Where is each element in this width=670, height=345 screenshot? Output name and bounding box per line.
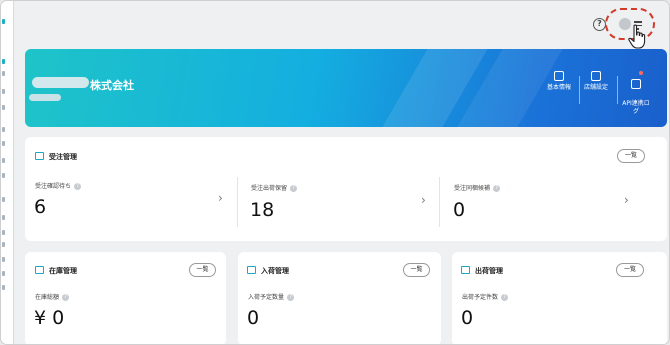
sidebar-item[interactable] — [2, 242, 5, 247]
metric-label: 入荷予定数量? — [248, 292, 295, 301]
divider — [439, 177, 440, 227]
sidebar-item[interactable] — [2, 89, 5, 94]
question-icon: ? — [493, 185, 501, 192]
metric-value: 0 — [247, 307, 260, 329]
sidebar-item[interactable] — [2, 271, 5, 276]
orders-title: 受注管理 — [49, 153, 77, 161]
metric-value: 0 — [461, 307, 474, 329]
shipping-card: 出荷管理 一覧 出荷予定件数? 0 — [452, 252, 667, 344]
warehouse-icon — [35, 266, 44, 274]
chevron-right-icon: › — [624, 193, 629, 207]
divider — [237, 177, 238, 227]
shipping-list-button[interactable]: 一覧 — [616, 263, 644, 277]
redacted-company-name — [32, 77, 89, 88]
metric-value: 0 — [453, 199, 466, 221]
metric-label: 出荷予定件数? — [462, 292, 509, 301]
redacted-company-subtext — [29, 94, 61, 101]
shortcut-store-settings[interactable]: 店舗設定 — [578, 71, 614, 92]
orders-card: 受注管理 一覧 受注確認待ち? 6 › 受注出荷保留? 18 › 受注同梱候補?… — [25, 137, 667, 241]
chevron-right-icon: › — [218, 191, 223, 205]
sidebar — [1, 1, 14, 344]
metric-value: 6 — [34, 196, 47, 218]
metric-value: ¥ 0 — [34, 307, 65, 329]
app-window: ? 株式会社 基本情報 店舗設定 API連携ロ グ 受注管理 一覧 受注確認待ち… — [0, 0, 670, 345]
inventory-card: 在庫管理 一覧 在庫総額? ¥ 0 — [25, 252, 226, 344]
metric-label: 受注確認待ち? — [35, 181, 82, 190]
shipping-title: 出荷管理 — [475, 267, 503, 275]
metric-label: 受注出荷保留? — [251, 183, 298, 192]
metric-value: 18 — [250, 199, 275, 221]
sidebar-item[interactable] — [2, 141, 5, 146]
sidebar-item[interactable] — [2, 257, 5, 262]
shortcut-api-log[interactable]: API連携ロ グ — [618, 71, 654, 124]
sidebar-item[interactable] — [2, 105, 5, 110]
chevron-right-icon: › — [421, 193, 426, 207]
api-log-icon — [631, 79, 641, 89]
sidebar-item[interactable] — [2, 127, 5, 132]
hand-pointer-icon — [628, 24, 646, 49]
inventory-list-button[interactable]: 一覧 — [189, 263, 216, 277]
company-name: 株式会社 — [90, 79, 134, 92]
metric-label: 在庫総額? — [35, 292, 70, 301]
notification-dot — [639, 71, 643, 75]
metric-label: 受注同梱候補? — [454, 183, 501, 192]
inventory-title: 在庫管理 — [49, 267, 77, 275]
shortcut-label: API連携ロ グ — [622, 100, 650, 115]
sidebar-item[interactable] — [2, 215, 5, 220]
receiving-list-button[interactable]: 一覧 — [403, 263, 430, 277]
shortcut-label: 店舗設定 — [583, 84, 608, 91]
building-icon — [554, 71, 564, 81]
sidebar-item[interactable] — [2, 173, 5, 178]
question-icon: ? — [501, 294, 509, 301]
receiving-card: 入荷管理 一覧 入荷予定数量? 0 — [238, 252, 441, 344]
shortcut-label: 基本情報 — [546, 84, 571, 91]
question-icon: ? — [74, 183, 82, 190]
shortcut-basic-info[interactable]: 基本情報 — [541, 71, 577, 92]
sidebar-item[interactable] — [2, 197, 5, 202]
orders-icon — [35, 152, 44, 160]
sidebar-item[interactable] — [2, 158, 5, 163]
shipping-icon — [461, 266, 470, 274]
question-icon: ? — [290, 185, 298, 192]
receiving-icon — [247, 266, 256, 274]
sidebar-item[interactable] — [2, 230, 5, 235]
sidebar-logo-mark — [2, 19, 5, 24]
question-icon: ? — [287, 294, 295, 301]
store-icon — [591, 71, 601, 81]
company-banner: 株式会社 基本情報 店舗設定 API連携ロ グ — [25, 49, 667, 127]
sidebar-item[interactable] — [2, 71, 5, 76]
sidebar-item-active[interactable] — [2, 59, 5, 64]
orders-list-button[interactable]: 一覧 — [617, 149, 645, 163]
question-icon: ? — [62, 294, 70, 301]
receiving-title: 入荷管理 — [261, 267, 289, 275]
sidebar-item[interactable] — [2, 285, 5, 290]
